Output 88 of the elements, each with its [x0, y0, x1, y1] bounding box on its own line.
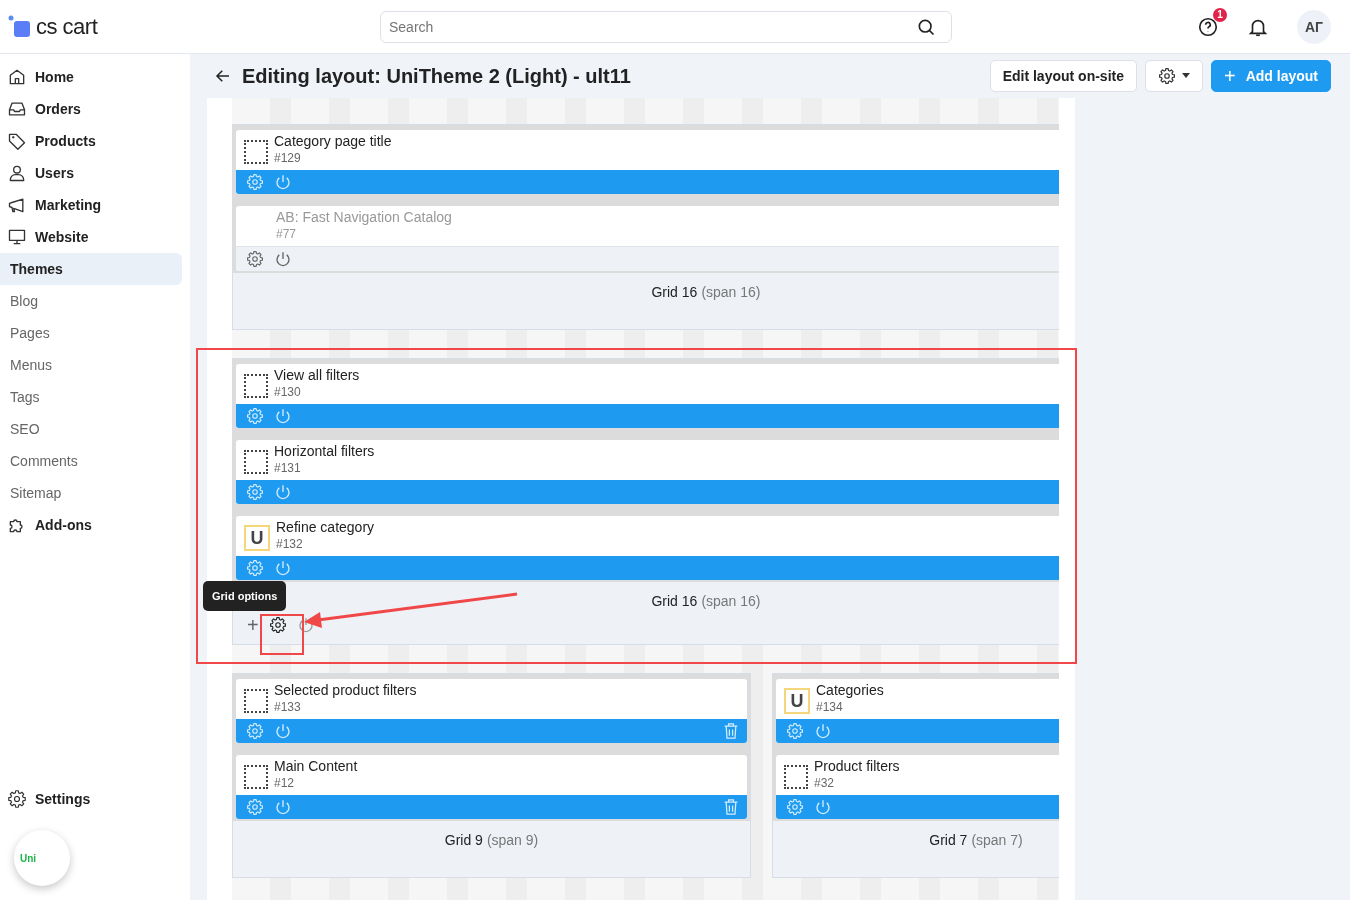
user-icon [7, 163, 27, 183]
page-title: Editing layout: UniTheme 2 (Light) - ult11 [242, 64, 631, 88]
block-title: Main Content [274, 757, 358, 775]
grid-span: (span 16) [701, 284, 761, 300]
grid-name: Grid 16 [651, 284, 698, 300]
block-title: Product filters [814, 757, 900, 775]
block-placeholder-icon [244, 689, 268, 713]
sidebar-item[interactable]: Users [0, 157, 182, 189]
help-icon[interactable] [1197, 15, 1219, 38]
gear-icon [7, 789, 27, 809]
sidebar-item[interactable]: Sitemap [0, 477, 182, 509]
gear-icon [1157, 67, 1176, 85]
block-placeholder-icon [244, 450, 268, 474]
sidebar-item[interactable]: Pages [0, 317, 182, 349]
grid-span: (span 9) [486, 832, 539, 848]
block-title: Selected product filters [274, 681, 417, 699]
block-id: #132 [276, 536, 304, 552]
sidebar-item[interactable]: Website [0, 221, 182, 253]
home-icon [7, 67, 27, 87]
logo-icon [8, 14, 32, 39]
block-id: #131 [274, 460, 302, 476]
power-icon[interactable] [274, 250, 292, 268]
layout-block[interactable]: Main Content #12 [236, 755, 747, 819]
add-block-button[interactable]: + [247, 615, 259, 635]
sidebar-item[interactable]: Marketing [0, 189, 182, 221]
grid-span: (span 7) [971, 832, 1023, 848]
sidebar-item[interactable]: Orders [0, 93, 182, 125]
power-icon[interactable] [274, 559, 292, 577]
layout-block[interactable]: Selected product filters #133 [236, 679, 747, 743]
grid-name: Grid 9 [444, 832, 483, 848]
user-avatar[interactable]: АГ [1297, 9, 1331, 44]
tooltip: Grid options [203, 581, 287, 611]
power-icon[interactable] [296, 616, 315, 634]
search-field[interactable]: Search [380, 10, 952, 43]
logo-text: cs cart [36, 13, 98, 40]
sidebar-item[interactable]: Blog [0, 285, 182, 317]
block-title: View all filters [274, 366, 360, 384]
back-arrow-icon[interactable] [214, 67, 232, 85]
trash-icon[interactable] [723, 798, 739, 816]
block-logo: U [244, 525, 270, 551]
layout-block[interactable]: Product filters #32 [776, 755, 1059, 819]
block-placeholder-icon [244, 140, 268, 164]
block-id: #12 [274, 775, 296, 791]
block-id: #133 [274, 699, 302, 715]
monitor-icon [7, 227, 27, 247]
block-id: #32 [814, 775, 836, 791]
layout-block[interactable]: View all filters #130 [236, 364, 1059, 428]
tag-icon [7, 131, 27, 151]
block-title: Horizontal filters [274, 442, 375, 460]
sidebar-item[interactable]: Themes [0, 253, 182, 285]
block-id: #77 [276, 226, 298, 242]
grid-span: (span 16) [701, 593, 761, 609]
power-icon[interactable] [814, 722, 832, 740]
sidebar-item[interactable]: Menus [0, 349, 182, 381]
block-id: #134 [816, 699, 844, 715]
block-placeholder-icon [244, 374, 268, 398]
layout-block[interactable]: Category page title #129 [236, 130, 1059, 194]
block-id: #130 [274, 384, 302, 400]
sidebar-item[interactable]: SEO [0, 413, 182, 445]
trash-icon[interactable] [723, 722, 739, 740]
sidebar-item[interactable]: Home [0, 61, 182, 93]
power-icon[interactable] [274, 722, 292, 740]
power-icon[interactable] [274, 173, 292, 191]
layout-block[interactable]: Horizontal filters #131 [236, 440, 1059, 504]
block-placeholder-icon [784, 765, 808, 789]
grid-name: Grid 7 [929, 832, 968, 848]
settings-icon[interactable] [268, 616, 287, 634]
caret-icon [1181, 73, 1190, 79]
sidebar-item[interactable]: Tags [0, 381, 182, 413]
block-title: AB: Fast Navigation Catalog [276, 208, 452, 226]
grid-name: Grid 16 [651, 593, 698, 609]
block-title: Category page title [274, 132, 392, 150]
power-icon[interactable] [274, 798, 292, 816]
sidebar-item[interactable]: Products [0, 125, 182, 157]
power-icon[interactable] [274, 407, 292, 425]
sidebar-item[interactable]: Add-ons [0, 509, 182, 541]
power-icon[interactable] [814, 798, 832, 816]
notification-badge: 1 [1213, 7, 1227, 22]
block-placeholder-icon [244, 765, 268, 789]
block-logo: U [784, 688, 810, 714]
edit-layout-button[interactable]: Edit layout on-site [989, 60, 1137, 92]
settings-dropdown-button[interactable] [1144, 60, 1203, 92]
block-title: Refine category [276, 518, 375, 536]
sidebar-item[interactable]: Settings [0, 783, 182, 815]
block-id: #129 [274, 150, 302, 166]
block-title: Categories [816, 681, 884, 699]
power-icon[interactable] [274, 483, 292, 501]
sidebar-item[interactable]: Comments [0, 445, 182, 477]
